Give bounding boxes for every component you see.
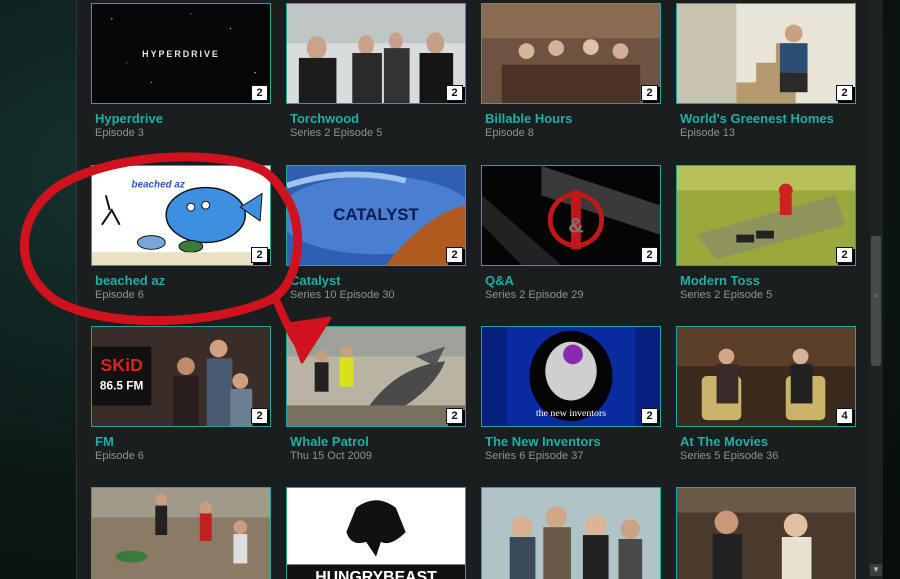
episode-tile[interactable] <box>676 487 856 579</box>
episode-subtitle: Series 2 Episode 5 <box>680 289 773 301</box>
thumb-text: CATALYST <box>333 205 419 224</box>
count-badge: 2 <box>446 247 463 263</box>
episode-title[interactable]: beached az <box>95 273 271 288</box>
episode-title[interactable]: FM <box>95 434 271 449</box>
count-badge: 2 <box>251 247 268 263</box>
count-badge: 4 <box>836 408 853 424</box>
episode-subtitle: Series 10 Episode 30 <box>290 289 395 301</box>
episode-subtitle: Episode 6 <box>95 289 144 301</box>
episode-thumbnail[interactable]: & 2 <box>481 165 661 266</box>
thumb-text: beached az <box>132 180 185 191</box>
episode-title[interactable]: Hyperdrive <box>95 111 271 126</box>
episode-thumbnail[interactable]: HYPERDRIVE 2 <box>91 3 271 104</box>
episode-tile-fm[interactable]: SKiD 86.5 FM 2 FM Episode 6 <box>91 326 271 463</box>
episode-tile-catalyst[interactable]: CATALYST 2 Catalyst Series 10 Episode 30 <box>286 165 466 302</box>
episode-title[interactable]: Billable Hours <box>485 111 661 126</box>
episode-thumbnail[interactable]: 2 <box>481 3 661 104</box>
count-badge: 2 <box>641 85 658 101</box>
count-badge: 2 <box>836 85 853 101</box>
episode-grid-panel: HYPERDRIVE 2 Hyperdrive Episode 3 2 Torc… <box>76 0 870 579</box>
episode-title[interactable]: At The Movies <box>680 434 856 449</box>
episode-tile-billable-hours[interactable]: 2 Billable Hours Episode 8 <box>481 3 661 140</box>
episode-tile-q-and-a[interactable]: & 2 Q&A Series 2 Episode 29 <box>481 165 661 302</box>
episode-title[interactable]: Q&A <box>485 273 661 288</box>
episode-thumbnail[interactable]: 2 <box>286 326 466 427</box>
page: HYPERDRIVE 2 Hyperdrive Episode 3 2 Torc… <box>0 0 900 579</box>
episode-tile-modern-toss[interactable]: 2 Modern Toss Series 2 Episode 5 <box>676 165 856 302</box>
episode-tile-torchwood[interactable]: 2 Torchwood Series 2 Episode 5 <box>286 3 466 140</box>
episode-subtitle: Series 2 Episode 5 <box>290 127 383 139</box>
episode-subtitle: Episode 6 <box>95 450 144 462</box>
episode-subtitle: Thu 15 Oct 2009 <box>290 450 372 462</box>
episode-thumbnail[interactable]: SKiD 86.5 FM 2 <box>91 326 271 427</box>
episode-subtitle: Series 5 Episode 36 <box>680 450 779 462</box>
thumb-text-2: 86.5 FM <box>100 379 144 393</box>
episode-title[interactable]: World's Greenest Homes <box>680 111 856 126</box>
episode-thumbnail[interactable] <box>676 487 856 579</box>
episode-tile-hungrybeast[interactable]: HUNGRYBEAST <box>286 487 466 579</box>
episode-thumbnail[interactable]: 2 <box>286 3 466 104</box>
thumb-text: HYPERDRIVE <box>142 49 220 59</box>
thumb-text: HUNGRYBEAST <box>315 569 437 579</box>
scroll-down-arrow-icon[interactable]: ▼ <box>870 564 882 576</box>
scrollbar-thumb[interactable]: ≡ <box>871 236 881 366</box>
count-badge: 2 <box>251 408 268 424</box>
episode-thumbnail[interactable] <box>481 487 661 579</box>
vertical-scrollbar[interactable]: ≡ ▼ <box>869 0 883 579</box>
count-badge: 2 <box>251 85 268 101</box>
episode-tile[interactable] <box>481 487 661 579</box>
episode-subtitle: Series 2 Episode 29 <box>485 289 584 301</box>
episode-title[interactable]: Whale Patrol <box>290 434 466 449</box>
count-badge: 2 <box>446 85 463 101</box>
episode-tile-at-the-movies[interactable]: 4 At The Movies Series 5 Episode 36 <box>676 326 856 463</box>
grip-icon: ≡ <box>873 291 879 300</box>
thumb-text: the new inventors <box>536 408 606 419</box>
episode-tile-whale-patrol[interactable]: 2 Whale Patrol Thu 15 Oct 2009 <box>286 326 466 463</box>
episode-subtitle: Series 6 Episode 37 <box>485 450 584 462</box>
episode-thumbnail[interactable]: the new inventors 2 <box>481 326 661 427</box>
episode-tile-hyperdrive[interactable]: HYPERDRIVE 2 Hyperdrive Episode 3 <box>91 3 271 140</box>
thumb-text-1: SKiD <box>100 355 143 375</box>
count-badge: 2 <box>641 247 658 263</box>
episode-tile-worlds-greenest-homes[interactable]: 2 World's Greenest Homes Episode 13 <box>676 3 856 140</box>
episode-tile[interactable] <box>91 487 271 579</box>
count-badge: 2 <box>641 408 658 424</box>
episode-title[interactable]: Catalyst <box>290 273 466 288</box>
count-badge: 2 <box>836 247 853 263</box>
episode-subtitle: Episode 8 <box>485 127 534 139</box>
thumb-text: & <box>568 213 584 238</box>
episode-title[interactable]: Torchwood <box>290 111 466 126</box>
episode-title[interactable]: Modern Toss <box>680 273 856 288</box>
episode-thumbnail[interactable]: beached az 2 <box>91 165 271 266</box>
episode-thumbnail[interactable] <box>91 487 271 579</box>
episode-tile-the-new-inventors[interactable]: the new inventors 2 The New Inventors Se… <box>481 326 661 463</box>
episode-title[interactable]: The New Inventors <box>485 434 661 449</box>
episode-thumbnail[interactable]: 4 <box>676 326 856 427</box>
episode-thumbnail[interactable]: HUNGRYBEAST <box>286 487 466 579</box>
count-badge: 2 <box>446 408 463 424</box>
episode-subtitle: Episode 3 <box>95 127 144 139</box>
episode-thumbnail[interactable]: 2 <box>676 3 856 104</box>
episode-thumbnail[interactable]: CATALYST 2 <box>286 165 466 266</box>
episode-subtitle: Episode 13 <box>680 127 736 139</box>
episode-thumbnail[interactable]: 2 <box>676 165 856 266</box>
episode-tile-beached-az[interactable]: beached az 2 beached az Episode 6 <box>91 165 271 302</box>
